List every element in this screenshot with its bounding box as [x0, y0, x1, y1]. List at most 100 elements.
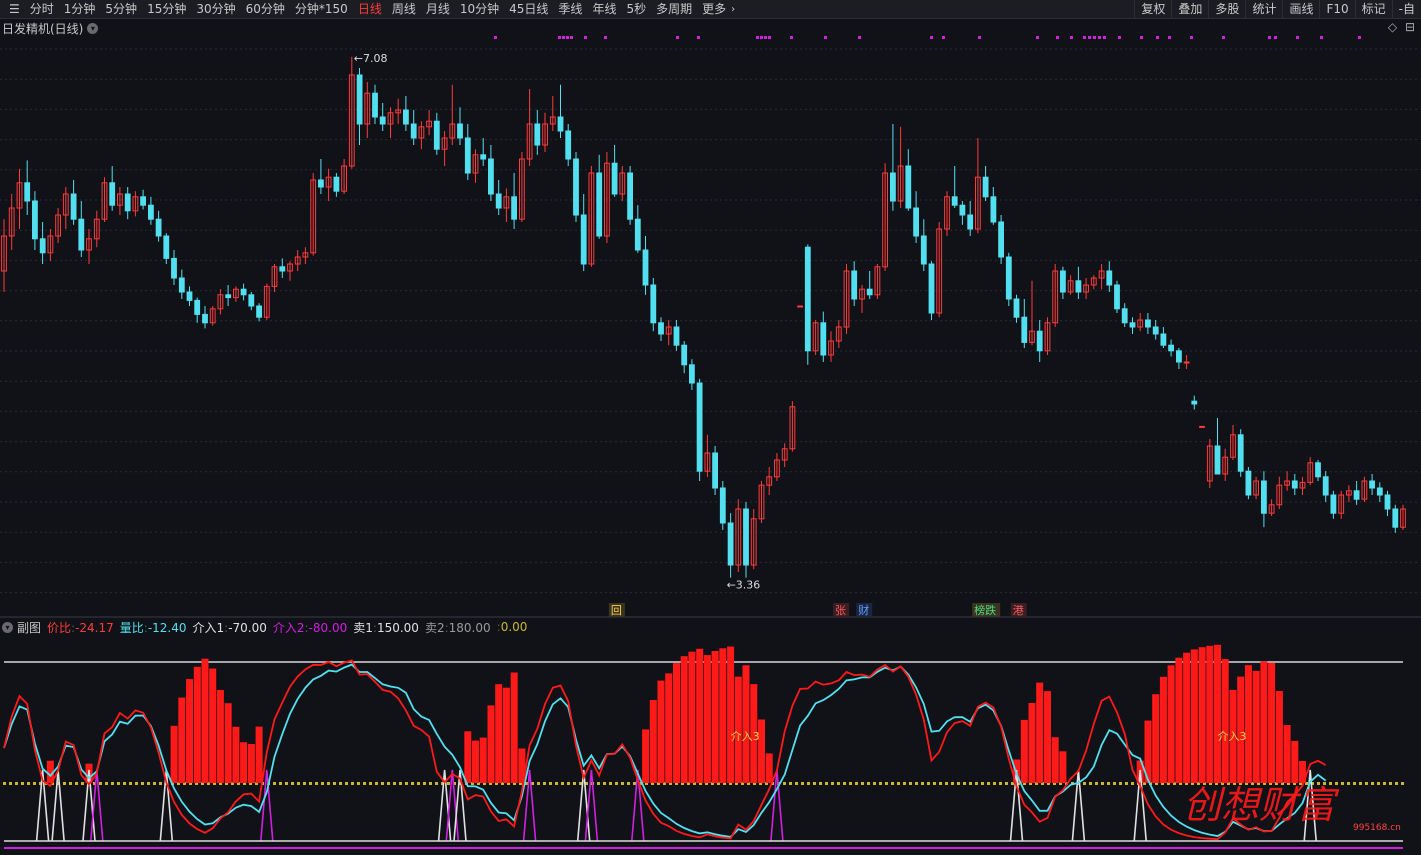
candle [758, 481, 765, 523]
zero-dot [21, 782, 24, 785]
zero-dot [789, 782, 792, 785]
low-price-label: ←3.36 [727, 579, 761, 592]
candle-body [1121, 308, 1128, 324]
sub-chart-title-bar: ▾ 副图 价比:-24.17 量比:-12.40 介入1:-70.00 介入2:-80… [2, 619, 527, 635]
candle [279, 258, 286, 278]
signal-dot [764, 36, 767, 39]
zero-dot [915, 782, 918, 785]
candle-body [998, 221, 1005, 258]
candle [549, 96, 556, 131]
zero-dot [1119, 782, 1122, 785]
candle-body [410, 123, 417, 139]
candle [1369, 474, 1375, 495]
legend-item-0: 价比:-24.17 [47, 620, 114, 635]
legend-item-4: 卖1:150.00 [353, 620, 419, 635]
candle-body [1183, 361, 1190, 364]
candle [874, 264, 881, 299]
candle-body [1261, 480, 1267, 514]
candle [596, 154, 603, 239]
candle-body [1145, 319, 1151, 328]
candle [86, 229, 92, 264]
candle-body [650, 284, 657, 324]
candle [781, 443, 788, 467]
candle [712, 446, 719, 495]
chart-area: ←7.08 ←3.36 回 张财 榜跌 港介入3 介入3 创想财富 995168.cn [0, 36, 1421, 849]
zero-dot [369, 782, 372, 785]
candle [658, 317, 664, 341]
zero-dot [1383, 782, 1386, 785]
zero-dot [879, 782, 882, 785]
candle-body [658, 322, 664, 335]
candle [619, 166, 626, 201]
signal-dots [494, 36, 1361, 39]
candle [1160, 327, 1167, 348]
pressure-bar [502, 687, 510, 783]
candle [1346, 485, 1352, 502]
zero-dot [837, 782, 840, 785]
pressure-bar [1152, 694, 1160, 783]
pressure-bar [765, 753, 773, 783]
candle-body [797, 305, 804, 308]
zero-dot [69, 782, 72, 785]
signal-dot [1222, 36, 1225, 39]
candle [348, 56, 355, 169]
candle [16, 168, 23, 229]
zero-dot [561, 782, 564, 785]
zero-dot [999, 782, 1002, 785]
pressure-bar [665, 673, 673, 783]
candle-body [511, 196, 518, 220]
zero-dot [405, 782, 408, 785]
candle [418, 121, 425, 150]
signal-dot [768, 36, 771, 39]
candle [650, 278, 657, 332]
legend-item-6: :0.00 [496, 620, 528, 634]
candle-body [642, 249, 649, 286]
zero-dot [309, 782, 312, 785]
candle [171, 250, 177, 285]
candle [441, 131, 448, 166]
candle [982, 166, 989, 201]
zero-dot [783, 782, 786, 785]
zero-dot [621, 782, 624, 785]
candle [975, 138, 981, 234]
candle-body [78, 218, 85, 251]
candle [959, 201, 966, 225]
chevron-down-icon[interactable]: ▾ [2, 621, 13, 633]
zero-dot [933, 782, 936, 785]
zero-dot [903, 782, 906, 785]
candle [604, 152, 610, 243]
zero-dot [33, 782, 36, 785]
pressure-bar [255, 726, 263, 783]
legend-label: 卖2 [424, 620, 445, 635]
zero-dot [99, 782, 102, 785]
zero-dot [807, 782, 810, 785]
candle [1338, 490, 1345, 519]
zero-dot [279, 782, 282, 785]
candle-body [727, 522, 734, 566]
candle [565, 124, 572, 166]
legend-value: -12.40 [147, 620, 187, 635]
zero-dot [861, 782, 864, 785]
candle [642, 236, 649, 295]
candle [951, 166, 958, 208]
candle [1299, 476, 1306, 495]
zero-dot [819, 782, 822, 785]
zero-dot [627, 782, 630, 785]
candle-body [488, 158, 494, 195]
candle [1284, 471, 1290, 491]
candle-body [696, 382, 703, 472]
watermark-brand: 创想财富 [1183, 783, 1340, 827]
signal-dot [1296, 36, 1299, 39]
candle [379, 103, 386, 131]
zero-dot [963, 782, 966, 785]
pressure-bar [1044, 691, 1051, 783]
candle [1353, 481, 1360, 505]
pressure-bar [642, 729, 650, 783]
candle [828, 331, 834, 362]
candle [1075, 266, 1082, 299]
signal-dot [1070, 36, 1073, 39]
candle [1199, 425, 1205, 428]
candle-body [1036, 330, 1043, 352]
pressure-bar [479, 737, 487, 783]
zero-dot [435, 782, 438, 785]
